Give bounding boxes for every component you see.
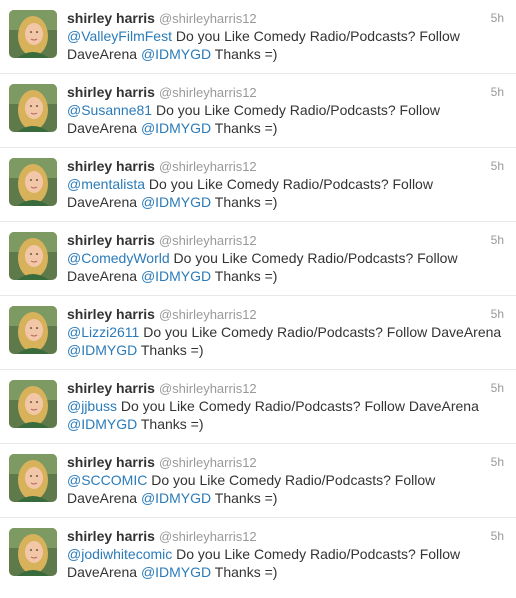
author-name[interactable]: shirley harris <box>67 306 155 322</box>
tweet-suffix: Thanks =) <box>211 46 278 62</box>
mention-link[interactable]: @IDMYGD <box>141 120 211 136</box>
author-handle[interactable]: @shirleyharris12 <box>159 11 257 26</box>
avatar[interactable] <box>9 380 57 428</box>
tweet-text: @jjbuss Do you Like Comedy Radio/Podcast… <box>67 397 504 433</box>
tweet-text: @ValleyFilmFest Do you Like Comedy Radio… <box>67 27 504 63</box>
tweet-timestamp[interactable]: 5h <box>491 527 504 545</box>
tweet-timestamp[interactable]: 5h <box>491 83 504 101</box>
mention-link[interactable]: @Lizzi2611 <box>67 324 139 340</box>
avatar-photo-icon <box>9 10 57 58</box>
tweet-timestamp[interactable]: 5h <box>491 453 504 471</box>
mention-link[interactable]: @ComedyWorld <box>67 250 170 266</box>
author-name[interactable]: shirley harris <box>67 232 155 248</box>
avatar[interactable] <box>9 454 57 502</box>
tweet-suffix: Thanks =) <box>211 490 278 506</box>
author-name[interactable]: shirley harris <box>67 84 155 100</box>
avatar-photo-icon <box>9 306 57 354</box>
mention-link[interactable]: @Susanne81 <box>67 102 152 118</box>
tweet-suffix: Thanks =) <box>211 564 278 580</box>
mention-link[interactable]: @IDMYGD <box>67 416 137 432</box>
avatar[interactable] <box>9 10 57 58</box>
mention-link[interactable]: @IDMYGD <box>141 490 211 506</box>
tweet-timestamp[interactable]: 5h <box>491 231 504 249</box>
avatar-photo-icon <box>9 528 57 576</box>
avatar[interactable] <box>9 232 57 280</box>
tweet-text: @SCCOMIC Do you Like Comedy Radio/Podcas… <box>67 471 504 507</box>
mention-link[interactable]: @jodiwhitecomic <box>67 546 172 562</box>
tweet-item[interactable]: shirley harris @shirleyharris12 5h @Valle… <box>0 0 516 74</box>
tweet-suffix: Thanks =) <box>137 342 204 358</box>
mention-link[interactable]: @IDMYGD <box>67 342 137 358</box>
avatar[interactable] <box>9 158 57 206</box>
author-name[interactable]: shirley harris <box>67 158 155 174</box>
mention-link[interactable]: @mentalista <box>67 176 145 192</box>
tweet-timeline: shirley harris @shirleyharris12 5h @Valle… <box>0 0 516 592</box>
tweet-suffix: Thanks =) <box>211 268 278 284</box>
tweet-item[interactable]: shirley harris @shirleyharris12 5h @SCCOM… <box>0 444 516 518</box>
tweet-timestamp[interactable]: 5h <box>491 379 504 397</box>
author-name[interactable]: shirley harris <box>67 528 155 544</box>
avatar-photo-icon <box>9 158 57 206</box>
author-handle[interactable]: @shirleyharris12 <box>159 85 257 100</box>
author-handle[interactable]: @shirleyharris12 <box>159 381 257 396</box>
tweet-suffix: Thanks =) <box>211 194 278 210</box>
mention-link[interactable]: @IDMYGD <box>141 564 211 580</box>
mention-link[interactable]: @SCCOMIC <box>67 472 147 488</box>
author-handle[interactable]: @shirleyharris12 <box>159 307 257 322</box>
tweet-text: @Lizzi2611 Do you Like Comedy Radio/Podc… <box>67 323 504 359</box>
tweet-body: Do you Like Comedy Radio/Podcasts? Follo… <box>117 398 479 414</box>
tweet-timestamp[interactable]: 5h <box>491 9 504 27</box>
avatar-photo-icon <box>9 232 57 280</box>
tweet-item[interactable]: shirley harris @shirleyharris12 5h @jjbus… <box>0 370 516 444</box>
author-handle[interactable]: @shirleyharris12 <box>159 455 257 470</box>
avatar-photo-icon <box>9 380 57 428</box>
tweet-text: @Susanne81 Do you Like Comedy Radio/Podc… <box>67 101 504 137</box>
tweet-item[interactable]: shirley harris @shirleyharris12 5h @Susan… <box>0 74 516 148</box>
author-handle[interactable]: @shirleyharris12 <box>159 159 257 174</box>
author-name[interactable]: shirley harris <box>67 10 155 26</box>
author-name[interactable]: shirley harris <box>67 380 155 396</box>
mention-link[interactable]: @jjbuss <box>67 398 117 414</box>
tweet-item[interactable]: shirley harris @shirleyharris12 5h @jodiw… <box>0 518 516 592</box>
tweet-item[interactable]: shirley harris @shirleyharris12 5h @Comed… <box>0 222 516 296</box>
avatar[interactable] <box>9 528 57 576</box>
avatar-photo-icon <box>9 84 57 132</box>
mention-link[interactable]: @IDMYGD <box>141 194 211 210</box>
mention-link[interactable]: @IDMYGD <box>141 268 211 284</box>
mention-link[interactable]: @IDMYGD <box>141 46 211 62</box>
avatar[interactable] <box>9 84 57 132</box>
mention-link[interactable]: @ValleyFilmFest <box>67 28 172 44</box>
tweet-timestamp[interactable]: 5h <box>491 305 504 323</box>
author-handle[interactable]: @shirleyharris12 <box>159 233 257 248</box>
tweet-text: @jodiwhitecomic Do you Like Comedy Radio… <box>67 545 504 581</box>
author-name[interactable]: shirley harris <box>67 454 155 470</box>
tweet-body: Do you Like Comedy Radio/Podcasts? Follo… <box>139 324 502 340</box>
tweet-text: @mentalista Do you Like Comedy Radio/Pod… <box>67 175 504 211</box>
tweet-text: @ComedyWorld Do you Like Comedy Radio/Po… <box>67 249 504 285</box>
avatar-photo-icon <box>9 454 57 502</box>
tweet-item[interactable]: shirley harris @shirleyharris12 5h @Lizzi… <box>0 296 516 370</box>
tweet-timestamp[interactable]: 5h <box>491 157 504 175</box>
tweet-item[interactable]: shirley harris @shirleyharris12 5h @menta… <box>0 148 516 222</box>
avatar[interactable] <box>9 306 57 354</box>
author-handle[interactable]: @shirleyharris12 <box>159 529 257 544</box>
tweet-suffix: Thanks =) <box>137 416 204 432</box>
tweet-suffix: Thanks =) <box>211 120 278 136</box>
